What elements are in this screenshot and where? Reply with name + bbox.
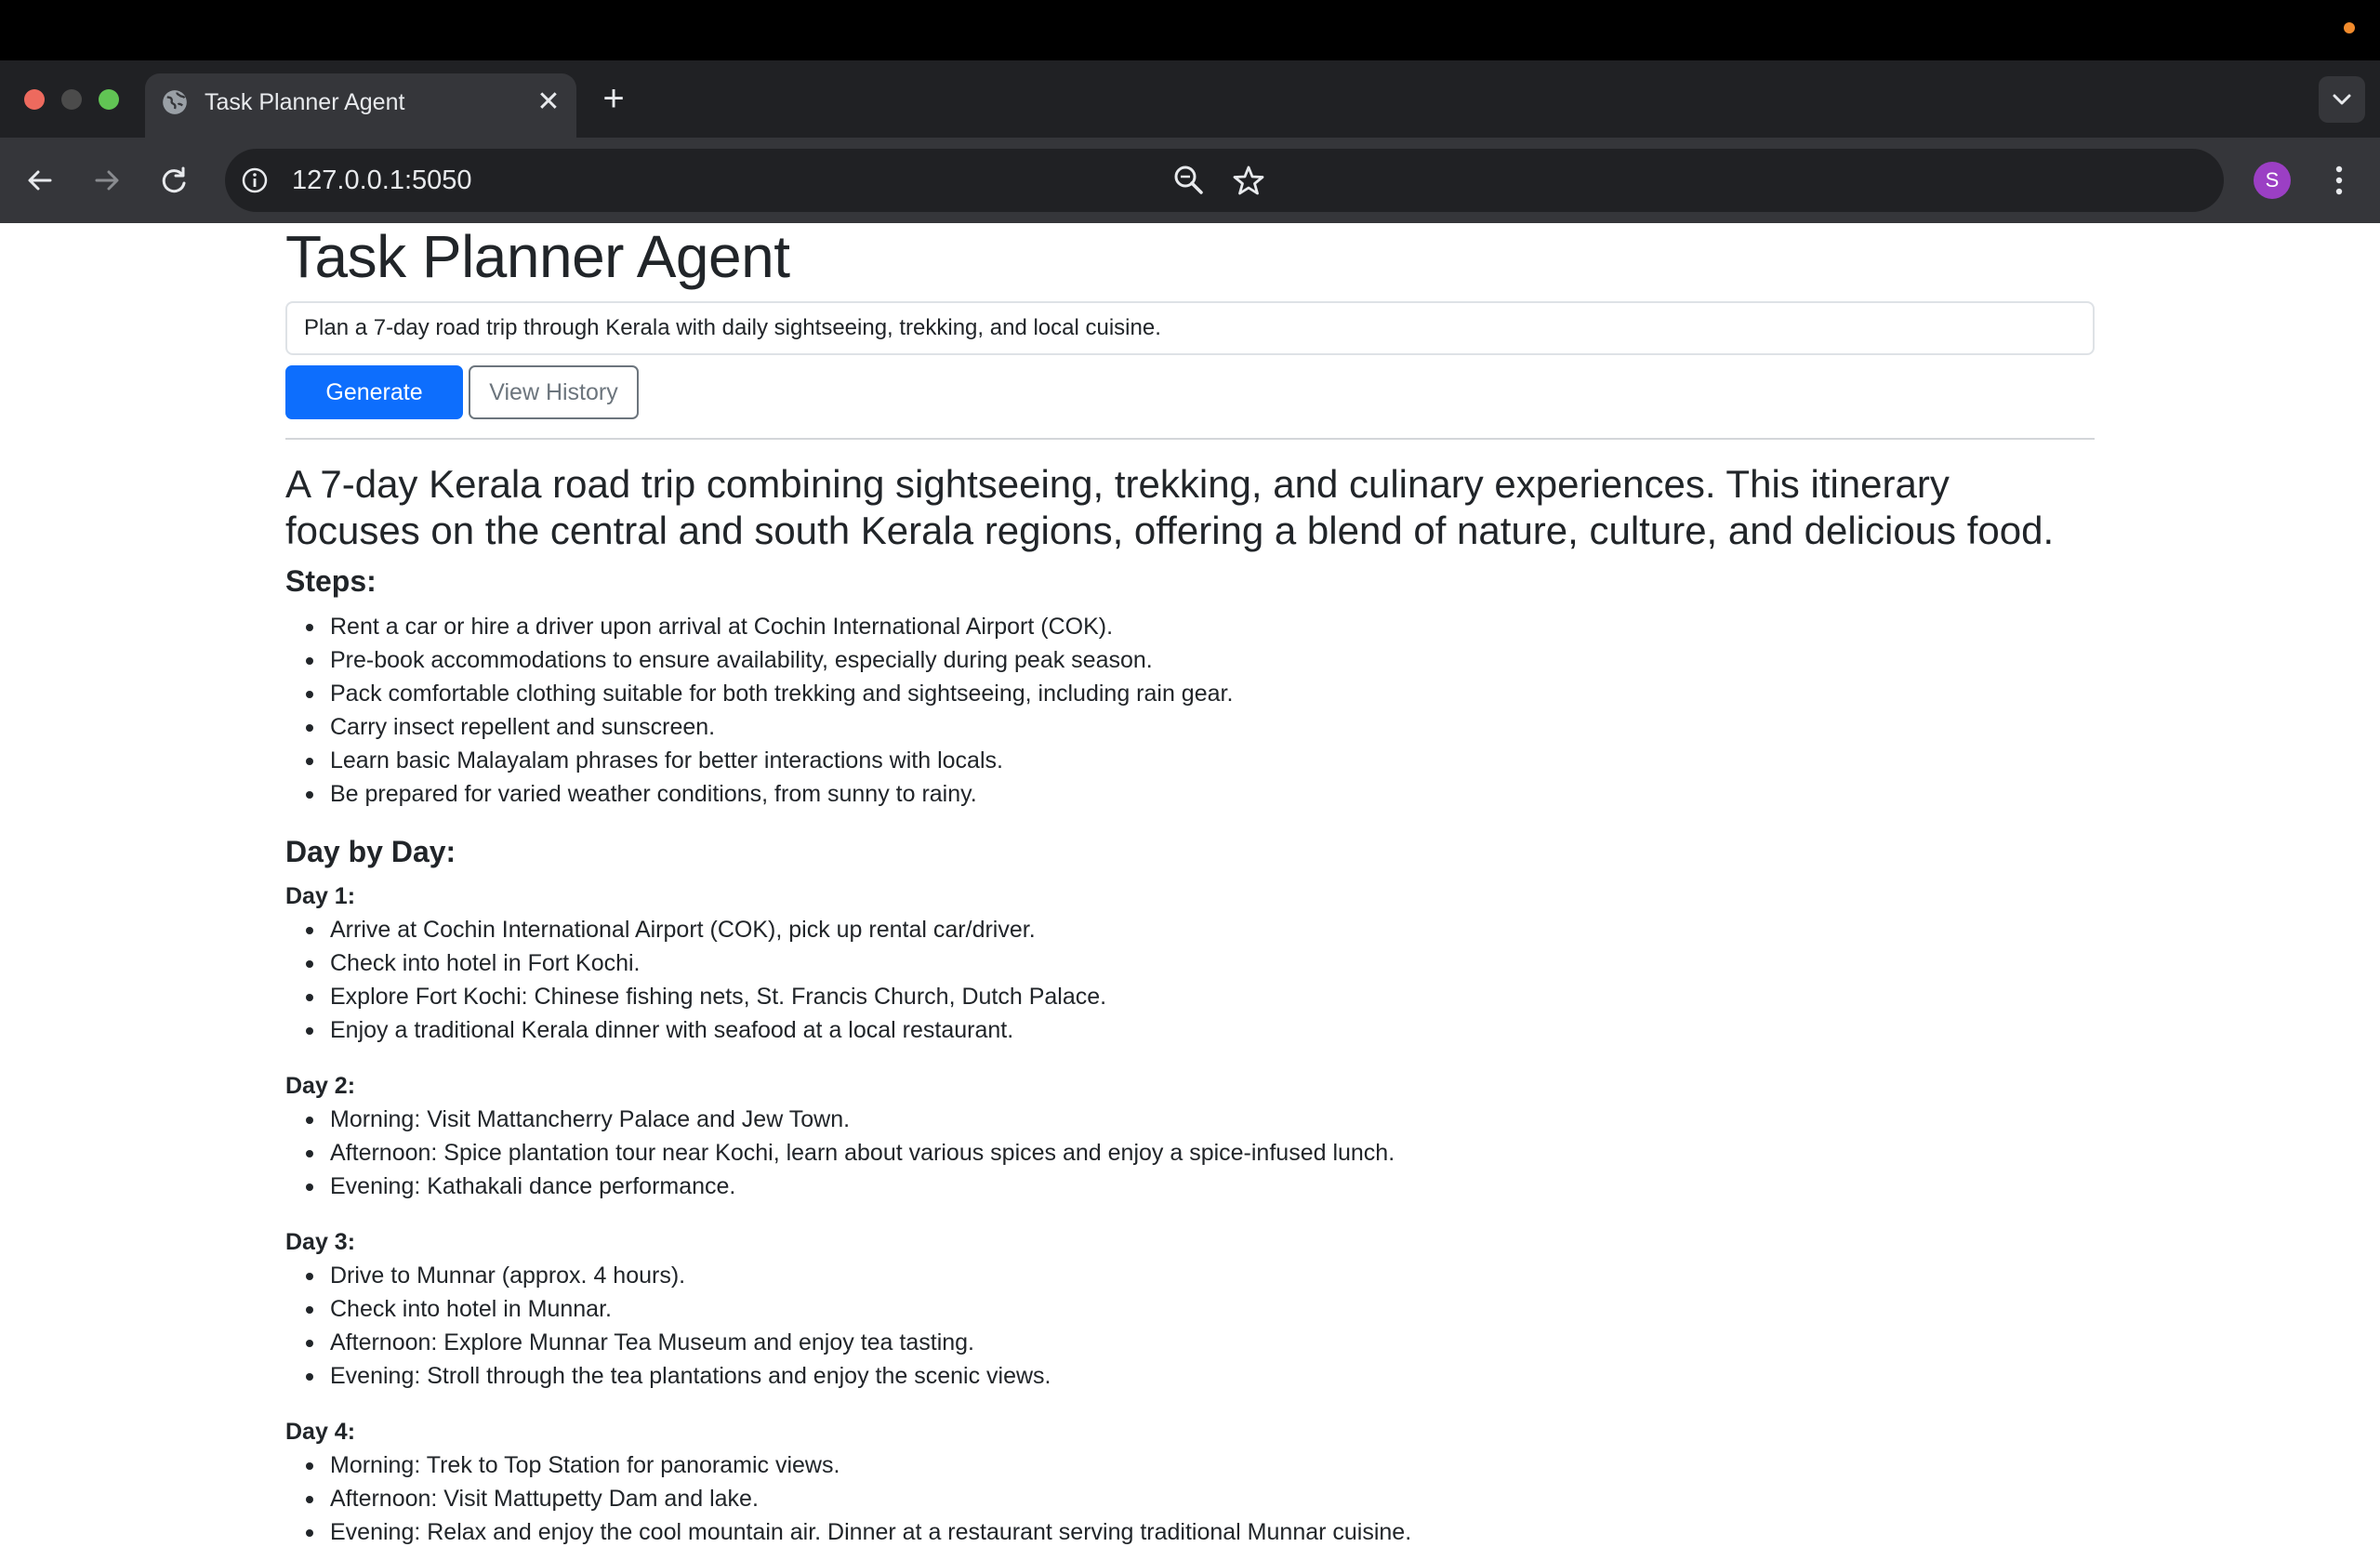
day-3-list: Drive to Munnar (approx. 4 hours). Check… — [305, 1259, 1051, 1393]
tab-title: Task Planner Agent — [205, 89, 405, 115]
window-close-button[interactable] — [24, 89, 45, 110]
list-item: Check into hotel in Fort Kochi. — [305, 946, 1106, 980]
more-menu-icon[interactable] — [2324, 160, 2354, 201]
list-item: Morning: Visit Mattancherry Palace and J… — [305, 1103, 1395, 1136]
list-item: Enjoy a traditional Kerala dinner with s… — [305, 1013, 1106, 1047]
list-item: Pack comfortable clothing suitable for b… — [305, 677, 1233, 710]
window-minimize-button[interactable] — [61, 89, 82, 110]
day-2-list: Morning: Visit Mattancherry Palace and J… — [305, 1103, 1395, 1203]
list-item: Evening: Stroll through the tea plantati… — [305, 1359, 1051, 1393]
divider — [285, 438, 2095, 440]
profile-avatar[interactable]: S — [2254, 162, 2291, 199]
tab-task-planner-agent[interactable]: Task Planner Agent ✕ — [145, 73, 576, 138]
back-arrow-icon[interactable] — [20, 161, 60, 200]
generate-plan-button[interactable]: Generate Plan — [285, 365, 463, 456]
list-item: Check into hotel in Munnar. — [305, 1292, 1051, 1326]
list-item: Rent a car or hire a driver upon arrival… — [305, 610, 1233, 643]
list-item: Afternoon: Explore Munnar Tea Museum and… — [305, 1326, 1051, 1359]
page-title: Task Planner Agent — [285, 223, 790, 290]
address-bar[interactable]: 127.0.0.1:5050 — [225, 149, 2224, 212]
list-item: Explore Fort Kochi: Chinese fishing nets… — [305, 980, 1106, 1013]
chevron-down-icon — [2333, 94, 2351, 105]
list-item: Pre-book accommodations to ensure availa… — [305, 643, 1233, 677]
page-content: Task Planner Agent Generate Plan View Hi… — [285, 223, 2095, 1547]
forward-arrow-icon[interactable] — [87, 161, 126, 200]
steps-heading: Steps: — [285, 564, 377, 598]
tab-close-icon[interactable]: ✕ — [534, 87, 563, 117]
list-item: Afternoon: Spice plantation tour near Ko… — [305, 1136, 1395, 1170]
url-text[interactable]: 127.0.0.1:5050 — [292, 165, 472, 196]
list-item: Arrive at Cochin International Airport (… — [305, 913, 1106, 946]
list-item: Evening: Relax and enjoy the cool mounta… — [305, 1515, 1411, 1547]
zoom-icon[interactable] — [1171, 163, 1207, 198]
task-input[interactable] — [285, 301, 2095, 355]
globe-icon — [163, 90, 187, 114]
list-item: Learn basic Malayalam phrases for better… — [305, 744, 1233, 777]
day-by-day-heading: Day by Day: — [285, 835, 456, 868]
window-zoom-button[interactable] — [99, 89, 119, 110]
notification-dot — [2344, 22, 2355, 33]
list-item: Carry insect repellent and sunscreen. — [305, 710, 1233, 744]
list-item: Be prepared for varied weather condition… — [305, 777, 1233, 811]
site-info-icon[interactable] — [240, 165, 270, 195]
day-1-list: Arrive at Cochin International Airport (… — [305, 913, 1106, 1047]
day-4-list: Morning: Trek to Top Station for panoram… — [305, 1448, 1411, 1547]
tab-search-button[interactable] — [2319, 76, 2365, 123]
bookmark-star-icon[interactable] — [1231, 163, 1266, 198]
day-label: Day 3: — [285, 1229, 356, 1255]
day-label: Day 2: — [285, 1073, 356, 1099]
list-item: Evening: Kathakali dance performance. — [305, 1170, 1395, 1203]
system-top-bar — [0, 0, 2380, 60]
reload-icon[interactable] — [154, 161, 193, 200]
list-item: Morning: Trek to Top Station for panoram… — [305, 1448, 1411, 1482]
view-history-button[interactable]: View History — [469, 365, 639, 419]
new-tab-button[interactable]: + — [595, 80, 632, 119]
steps-list: Rent a car or hire a driver upon arrival… — [305, 610, 1233, 811]
list-item: Afternoon: Visit Mattupetty Dam and lake… — [305, 1482, 1411, 1515]
list-item: Drive to Munnar (approx. 4 hours). — [305, 1259, 1051, 1292]
plan-summary: A 7-day Kerala road trip combining sight… — [285, 462, 2055, 552]
day-label: Day 4: — [285, 1419, 356, 1445]
day-label: Day 1: — [285, 883, 356, 909]
